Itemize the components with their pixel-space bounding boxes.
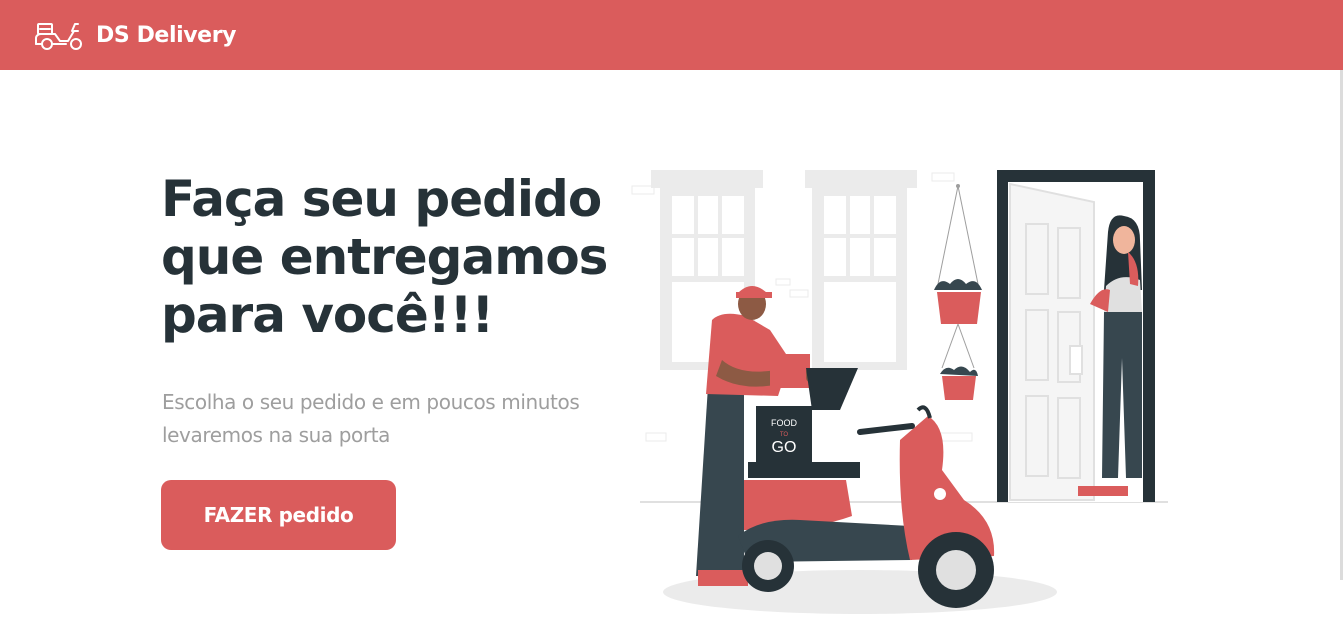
order-button[interactable]: FAZER pedido — [161, 480, 396, 550]
navbar: DS Delivery — [0, 0, 1343, 70]
hanging-plants — [934, 184, 982, 400]
page-title: Faça seu pedido que entregamos para você… — [161, 170, 608, 344]
box-text-go: GO — [772, 439, 797, 456]
home-link[interactable]: DS Delivery — [34, 18, 236, 52]
delivery-scooter-icon — [35, 23, 82, 50]
delivery-illustration: FOOD TO GO — [631, 170, 1168, 614]
box-text-to: TO — [780, 432, 789, 438]
hero-subtitle: Escolha o seu pedido e em poucos minutos… — [162, 390, 580, 447]
brand-name: DS Delivery — [96, 22, 237, 48]
box-text-food: FOOD — [771, 418, 797, 428]
window-right — [805, 170, 917, 370]
